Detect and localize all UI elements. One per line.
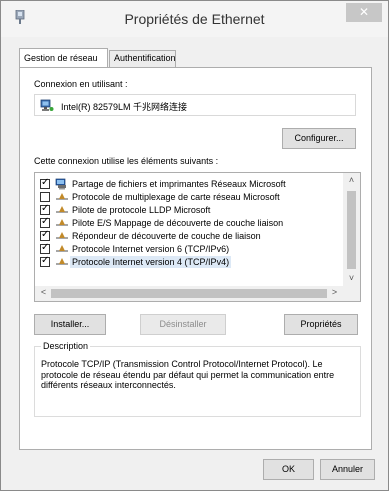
checkbox[interactable]: ✓	[40, 229, 50, 241]
item-label: Protocole de multiplexage de carte résea…	[72, 192, 280, 202]
checkmark-icon: ✓	[41, 177, 50, 188]
tab-panel-network: Connexion en utilisant : Intel(R) 82579L…	[19, 67, 372, 450]
scroll-left-icon[interactable]: <	[35, 287, 52, 297]
checkbox[interactable]: ✓	[40, 216, 50, 228]
scrollbar-thumb[interactable]	[51, 289, 327, 298]
list-item[interactable]: ✓ Protocole Internet version 6 (TCP/IPv6…	[35, 242, 343, 256]
item-label: Répondeur de découverte de couche de lia…	[72, 231, 261, 241]
close-button[interactable]: ✕	[346, 3, 382, 22]
scroll-right-icon[interactable]: >	[326, 287, 343, 297]
item-label: Pilote de protocole LLDP Microsoft	[72, 205, 211, 215]
window-title: Propriétés de Ethernet	[124, 11, 265, 27]
checkmark-icon: ✓	[41, 216, 50, 227]
item-label: Protocole Internet version 6 (TCP/IPv6)	[72, 244, 230, 254]
horizontal-scrollbar[interactable]: < >	[35, 286, 343, 301]
configure-button[interactable]: Configurer...	[282, 128, 356, 149]
checkbox[interactable]: ✓	[40, 203, 50, 215]
protocol-icon	[56, 258, 68, 265]
ok-button[interactable]: OK	[263, 459, 314, 480]
scrollbar-thumb[interactable]	[347, 191, 356, 269]
checkbox[interactable]: ✓	[40, 242, 50, 254]
scrollbar-corner	[343, 286, 360, 301]
adapter-field: Intel(R) 82579LM 千兆网络连接	[34, 94, 356, 116]
cancel-button[interactable]: Annuler	[320, 459, 375, 480]
vertical-scrollbar[interactable]: ˄ ˅	[343, 173, 360, 287]
item-label: Pilote E/S Mappage de découverte de couc…	[72, 218, 284, 228]
components-label: Cette connexion utilise les éléments sui…	[34, 156, 219, 166]
tab-network[interactable]: Gestion de réseau	[19, 48, 108, 67]
list-item[interactable]: ✓ Pilote E/S Mappage de découverte de co…	[35, 216, 343, 230]
list-item[interactable]: ✓ Pilote de protocole LLDP Microsoft	[35, 203, 343, 217]
components-list[interactable]: ✓ Partage de fichiers et imprimantes Rés…	[34, 172, 361, 302]
network-adapter-icon	[40, 99, 54, 111]
protocol-icon	[56, 206, 68, 213]
checkmark-icon: ✓	[41, 242, 50, 253]
item-label: Partage de fichiers et imprimantes Résea…	[72, 179, 286, 189]
adapter-name: Intel(R) 82579LM 千兆网络连接	[61, 102, 188, 112]
protocol-icon	[56, 245, 68, 252]
checkmark-icon: ✓	[41, 229, 50, 240]
tab-authentication[interactable]: Authentification	[109, 50, 176, 67]
list-item[interactable]: Protocole de multiplexage de carte résea…	[35, 191, 343, 204]
list-item[interactable]: ✓ Protocole Internet version 4 (TCP/IPv4…	[35, 255, 343, 269]
network-service-icon	[55, 178, 66, 190]
description-title: Description	[41, 341, 91, 351]
list-item[interactable]: ✓ Répondeur de découverte de couche de l…	[35, 229, 343, 243]
scroll-down-icon[interactable]: ˅	[343, 273, 360, 283]
checkbox[interactable]: ✓	[40, 255, 50, 267]
uninstall-button[interactable]: Désinstaller	[140, 314, 226, 335]
protocol-icon	[56, 193, 68, 200]
description-text: Protocole TCP/IP (Transmission Control P…	[41, 359, 335, 390]
protocol-icon	[56, 219, 68, 226]
title-bar[interactable]: Propriétés de Ethernet ✕	[1, 1, 388, 37]
properties-button[interactable]: Propriétés	[284, 314, 358, 335]
properties-dialog: Propriétés de Ethernet ✕ Gestion de rése…	[0, 0, 389, 491]
install-button[interactable]: Installer...	[34, 314, 106, 335]
scroll-up-icon[interactable]: ˄	[343, 175, 360, 185]
protocol-icon	[56, 232, 68, 239]
connect-using-label: Connexion en utilisant :	[34, 79, 128, 89]
checkbox[interactable]: ✓	[40, 177, 50, 189]
checkbox[interactable]	[40, 192, 50, 202]
description-group: Description Protocole TCP/IP (Transmissi…	[34, 341, 361, 417]
item-label: Protocole Internet version 4 (TCP/IPv4)	[70, 256, 232, 268]
checkmark-icon: ✓	[41, 255, 50, 266]
checkmark-icon: ✓	[41, 203, 50, 214]
list-item[interactable]: ✓ Partage de fichiers et imprimantes Rés…	[35, 177, 343, 191]
